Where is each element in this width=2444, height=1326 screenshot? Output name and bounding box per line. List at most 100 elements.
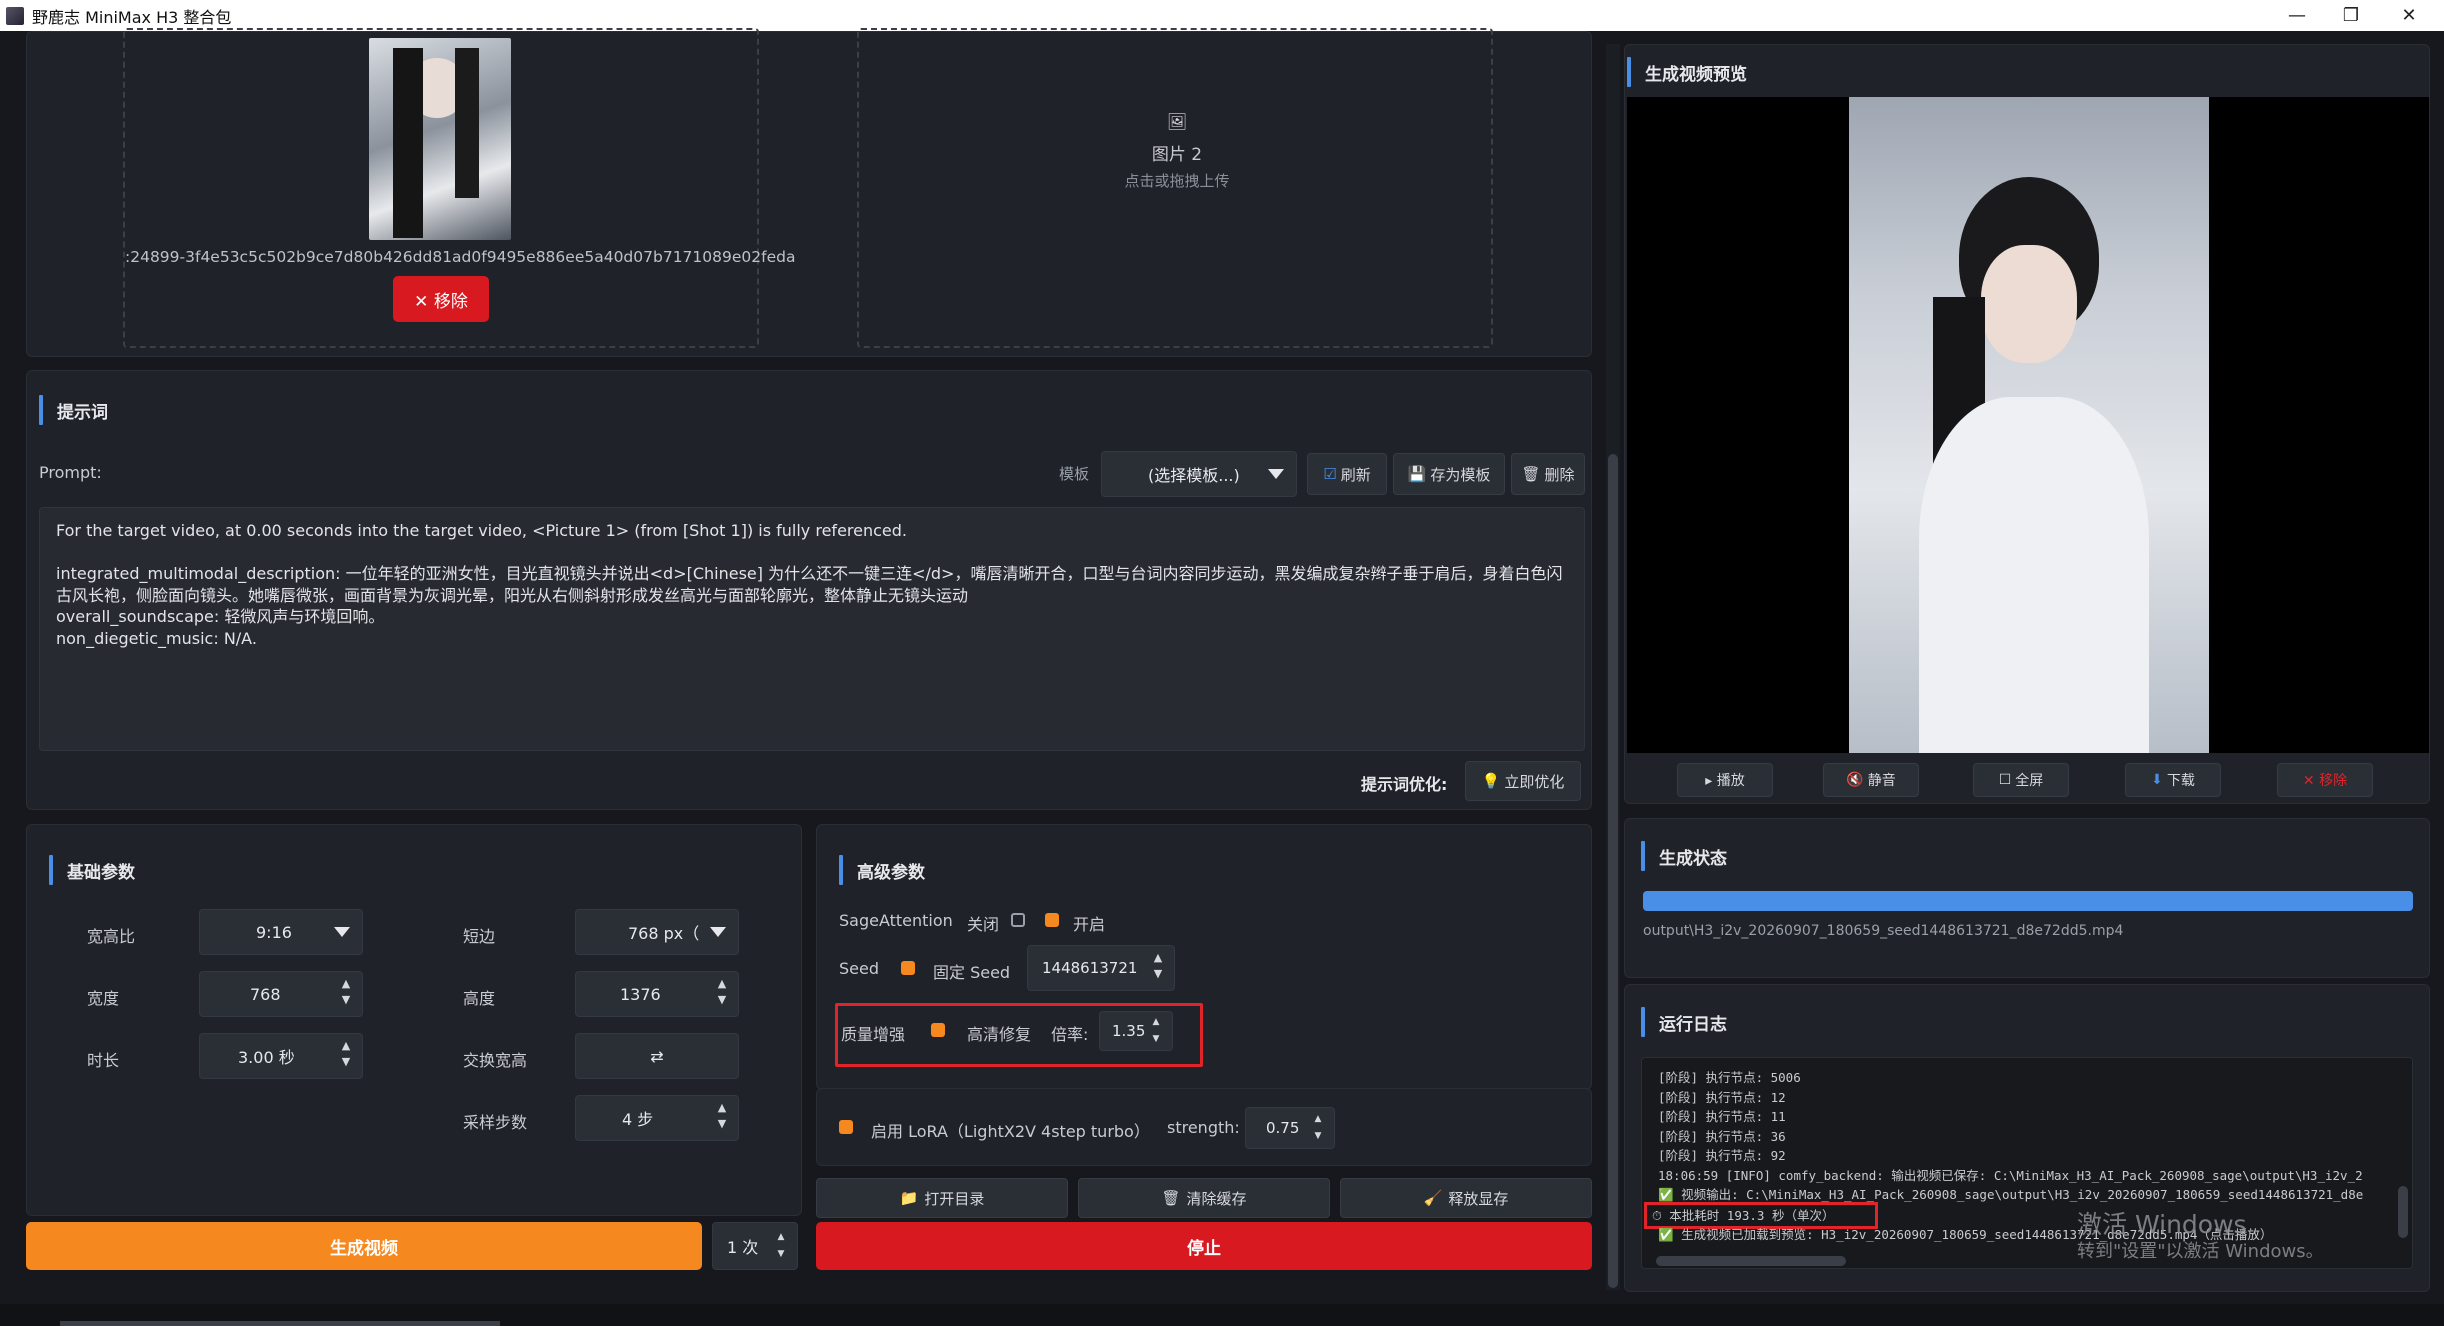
refresh-template-button[interactable]: ☑ 刷新 [1307, 453, 1387, 495]
sage-attention-label: SageAttention [839, 911, 953, 930]
image-2-label: 图片 2 [1151, 145, 1203, 165]
video-player[interactable] [1627, 97, 2429, 753]
hd-fix-checkbox[interactable] [931, 1023, 945, 1037]
aspect-ratio-label: 宽高比 [87, 927, 136, 946]
preview-title: 生成视频预览 [1627, 57, 1747, 87]
title-bar: 野鹿志 MiniMax H3 整合包 — ❐ ✕ [0, 0, 2444, 31]
mute-button[interactable]: 🔇 静音 [1823, 763, 1919, 797]
remove-video-button[interactable]: ✕ 移除 [2277, 763, 2373, 797]
stepper-arrows-icon[interactable]: ▲ ▼ [338, 1038, 354, 1070]
lora-strength-input[interactable]: 0.75 ▲ ▼ [1245, 1107, 1335, 1149]
width-label: 宽度 [87, 989, 120, 1008]
image-slot-1[interactable]: :24899-3f4e53c5c502b9ce7d80b426dd81ad0f9… [123, 28, 796, 348]
aspect-ratio-select[interactable]: 9:16 [199, 909, 363, 955]
bottom-scroll-indicator[interactable] [60, 1321, 500, 1326]
status-panel: 生成状态 output\H3_i2v_20260907_180659_seed1… [1624, 818, 2430, 978]
hd-fix-label: 高清修复 [967, 1025, 1032, 1044]
fullscreen-icon: ☐ [1998, 772, 2012, 788]
stepper-arrows-icon[interactable]: ▲ ▼ [714, 976, 730, 1008]
generate-video-button[interactable]: 生成视频 [26, 1222, 702, 1270]
stepper-arrows-icon[interactable]: ▲ ▼ [1310, 1111, 1326, 1145]
status-title: 生成状态 [1641, 841, 1727, 871]
remove-image-1-button[interactable]: ✕ 移除 [393, 276, 489, 322]
log-line: ✅ 视频输出: C:\MiniMax_H3_AI_Pack_260908_sag… [1658, 1187, 2364, 1202]
minimize-button[interactable]: — [2268, 0, 2326, 31]
save-template-button[interactable]: 💾 存为模板 [1393, 453, 1505, 495]
left-scrollbar-track[interactable] [1606, 44, 1620, 1290]
download-button[interactable]: ⬇ 下载 [2125, 763, 2221, 797]
basic-params-title: 基础参数 [49, 855, 135, 885]
width-stepper[interactable]: 768 ▲ ▼ [199, 971, 363, 1017]
restore-button[interactable]: ❐ [2322, 0, 2380, 31]
sampling-steps-stepper[interactable]: 4 步 ▲ ▼ [575, 1095, 739, 1141]
output-path: output\H3_i2v_20260907_180659_seed144861… [1643, 923, 2124, 939]
prompt-section-title: 提示词 [39, 395, 108, 425]
log-line: [阶段] 执行节点: 12 [1658, 1089, 1786, 1105]
video-robe [1919, 397, 2149, 753]
lora-enable-checkbox[interactable] [839, 1120, 853, 1134]
image-upload-panel: :24899-3f4e53c5c502b9ce7d80b426dd81ad0f9… [26, 28, 1592, 357]
prompt-label: Prompt: [39, 463, 102, 482]
log-vertical-scrollbar[interactable] [2398, 1186, 2408, 1238]
clear-cache-button[interactable]: 🗑 清除缓存 [1078, 1178, 1330, 1218]
fixed-seed-checkbox[interactable] [901, 961, 915, 975]
refresh-icon: ☑ [1323, 465, 1337, 483]
duration-stepper[interactable]: 3.00 秒 ▲ ▼ [199, 1033, 363, 1079]
stepper-arrows-icon[interactable]: ▲ ▼ [1148, 1014, 1164, 1048]
chevron-down-icon [710, 927, 726, 937]
swap-dimensions-button[interactable]: ⇄ [575, 1033, 739, 1079]
sage-on-label: 开启 [1073, 915, 1106, 934]
save-icon: 💾 [1407, 465, 1427, 483]
template-select[interactable]: (选择模板...) [1101, 451, 1297, 497]
quality-enhance-label: 质量增强 [841, 1025, 906, 1044]
activation-watermark-subtitle: 转到"设置"以激活 Windows。 [2077, 1241, 2324, 1262]
close-button[interactable]: ✕ [2380, 0, 2438, 31]
short-side-select[interactable]: 768 px（ [575, 909, 739, 955]
stepper-arrows-icon[interactable]: ▲ ▼ [338, 976, 354, 1008]
progress-fill [1643, 891, 2413, 911]
speaker-icon: 🔇 [1846, 772, 1864, 788]
progress-bar [1643, 891, 2413, 911]
play-button[interactable]: ▸ 播放 [1677, 763, 1773, 797]
chevron-down-icon [334, 927, 350, 937]
prompt-textarea[interactable]: For the target video, at 0.00 seconds in… [39, 507, 1585, 751]
image-slot-2[interactable]: 🖼 图片 2 点击或拖拽上传 [857, 28, 1493, 348]
height-label: 高度 [463, 989, 496, 1008]
stepper-arrows-icon[interactable]: ▲ ▼ [714, 1100, 730, 1132]
ratio-input[interactable]: 1.35 ▲ ▼ [1099, 1011, 1173, 1051]
height-stepper[interactable]: 1376 ▲ ▼ [575, 971, 739, 1017]
prompt-line: overall_soundscape: 轻微风声与环境回响。 [56, 607, 385, 626]
image-1-filename: :24899-3f4e53c5c502b9ce7d80b426dd81ad0f9… [125, 248, 796, 266]
stop-button[interactable]: 停止 [816, 1222, 1592, 1270]
video-preview-panel: 生成视频预览 ▸ 播放 🔇 静音 ☐ 全屏 ⬇ 下载 ✕ 移除 [1624, 44, 2430, 804]
lora-label: 启用 LoRA（LightX2V 4step turbo） [871, 1122, 1150, 1141]
sage-off-radio[interactable] [1011, 913, 1025, 927]
left-scrollbar-thumb[interactable] [1608, 454, 1618, 1288]
delete-template-button[interactable]: 🗑 删除 [1511, 453, 1585, 495]
fixed-seed-label: 固定 Seed [933, 963, 1011, 982]
video-face [1981, 245, 2077, 363]
short-side-label: 短边 [463, 927, 496, 946]
sage-on-radio[interactable] [1045, 913, 1059, 927]
log-line: [阶段] 执行节点: 92 [1658, 1148, 1786, 1163]
log-horizontal-scrollbar[interactable] [1656, 1256, 1846, 1266]
advanced-params-panel: 高级参数 SageAttention 关闭 开启 Seed 固定 Seed 14… [816, 824, 1592, 1090]
seed-input[interactable]: 1448613721 ▲ ▼ [1027, 945, 1175, 991]
log-panel: 运行日志 [阶段] 执行节点: 5006 [阶段] 执行节点: 12 [阶段] … [1624, 984, 2430, 1292]
basic-params-panel: 基础参数 宽高比 9:16 短边 768 px（ 宽度 768 ▲ ▼ 高度 137… [26, 824, 802, 1216]
log-line-elapsed: ⏱ 本批耗时 193.3 秒（单次） [1643, 1201, 1879, 1229]
stepper-arrows-icon[interactable]: ▲ ▼ [1150, 950, 1166, 982]
fullscreen-button[interactable]: ☐ 全屏 [1973, 763, 2069, 797]
batch-count-stepper[interactable]: 1 次 ▲ ▼ [712, 1222, 798, 1270]
stepper-arrows-icon[interactable]: ▲ ▼ [773, 1229, 789, 1263]
folder-icon: 📁 [899, 1189, 919, 1207]
thumbnail-hair-right [455, 48, 479, 198]
prompt-optimize-label: 提示词优化: [1361, 775, 1448, 794]
log-line: [阶段] 执行节点: 36 [1658, 1128, 1786, 1144]
free-vram-button[interactable]: 🧹 释放显存 [1340, 1178, 1592, 1218]
lora-panel: 启用 LoRA（LightX2V 4step turbo） strength: … [816, 1088, 1592, 1166]
optimize-now-button[interactable]: 💡 立即优化 [1465, 761, 1581, 801]
advanced-params-title: 高级参数 [839, 855, 925, 885]
log-line: [阶段] 执行节点: 5006 [1658, 1070, 1801, 1085]
open-directory-button[interactable]: 📁 打开目录 [816, 1178, 1068, 1218]
